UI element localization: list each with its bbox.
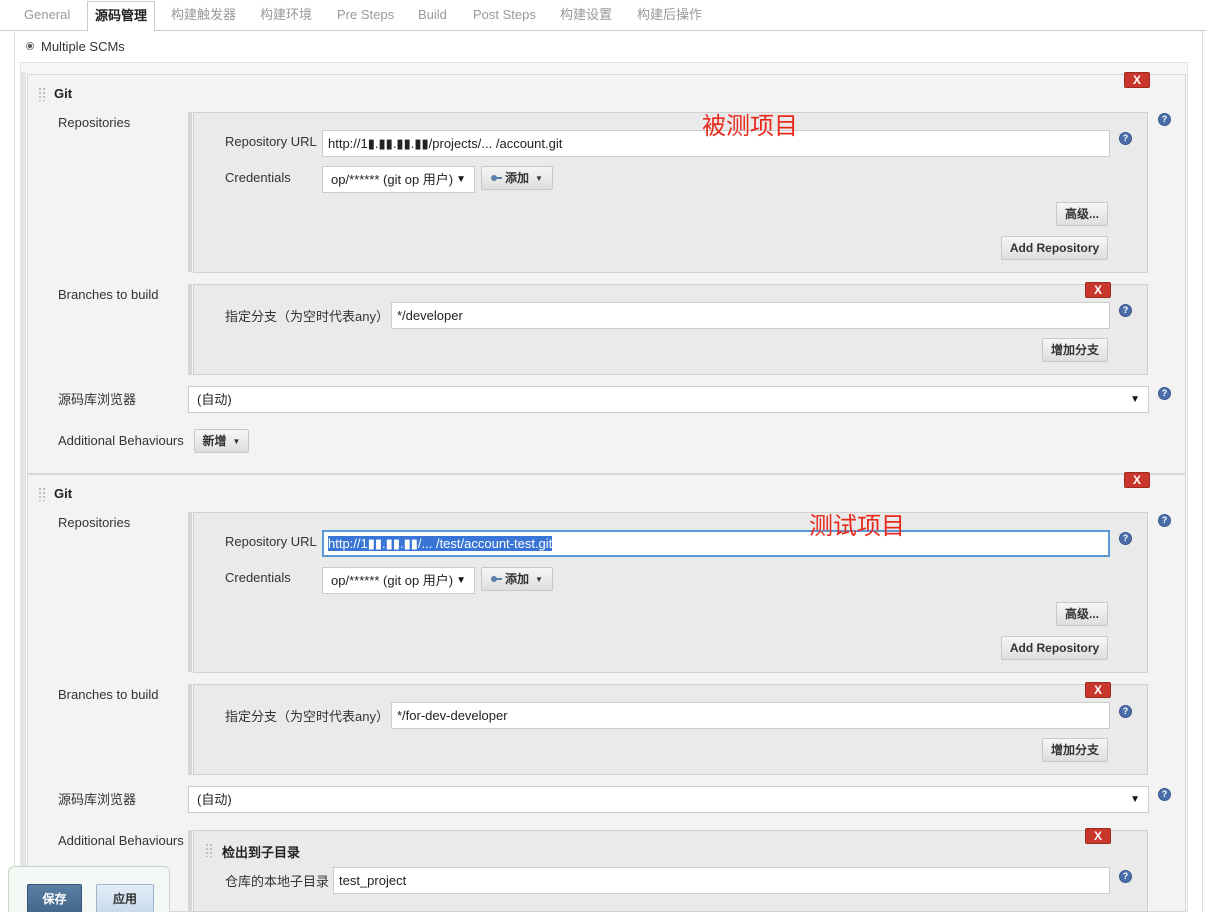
caret-down-icon: ▼ bbox=[535, 575, 543, 584]
additional-behaviours-label: Additional Behaviours bbox=[58, 433, 184, 448]
advanced-button[interactable]: 高级... bbox=[1056, 602, 1108, 626]
bottom-action-bar: 保存 应用 bbox=[8, 866, 170, 912]
local-subdirectory-label: 仓库的本地子目录 bbox=[225, 874, 330, 889]
add-label: 添加 bbox=[505, 572, 530, 586]
branch-specifier-label: 指定分支（为空时代表any） bbox=[225, 309, 389, 324]
drag-handle-icon[interactable] bbox=[38, 87, 46, 101]
credentials-value: op/****** (git op 用户) bbox=[331, 172, 454, 187]
add-behaviour-label: 新增 bbox=[202, 434, 227, 448]
tab-build[interactable]: Build bbox=[418, 0, 447, 31]
delete-behaviour-button[interactable]: X bbox=[1085, 828, 1111, 844]
right-frame-line bbox=[1202, 31, 1203, 912]
delete-git-block-2-button[interactable]: X bbox=[1124, 472, 1150, 488]
apply-button[interactable]: 应用 bbox=[96, 884, 154, 912]
drag-handle-icon[interactable] bbox=[38, 487, 46, 501]
help-icon[interactable]: ? bbox=[1158, 387, 1171, 400]
repository-browser-value: (自动) bbox=[197, 392, 232, 407]
left-frame-line bbox=[14, 31, 15, 912]
delete-branch-button[interactable]: X bbox=[1085, 282, 1111, 298]
tab-pre-steps[interactable]: Pre Steps bbox=[337, 0, 394, 31]
add-credentials-button[interactable]: 添加 ▼ bbox=[481, 567, 553, 591]
help-icon[interactable]: ? bbox=[1158, 514, 1171, 527]
dropdown-arrow-icon: ▼ bbox=[456, 575, 466, 586]
add-repository-button[interactable]: Add Repository bbox=[1001, 636, 1108, 660]
tab-post-steps[interactable]: Post Steps bbox=[473, 0, 536, 31]
tab-source-code-management[interactable]: 源码管理 bbox=[87, 1, 156, 32]
delete-git-block-1-button[interactable]: X bbox=[1124, 72, 1150, 88]
save-button[interactable]: 保存 bbox=[27, 884, 82, 912]
dropdown-arrow-icon: ▼ bbox=[1130, 794, 1140, 805]
caret-down-icon: ▼ bbox=[232, 437, 241, 446]
credentials-select[interactable]: op/****** (git op 用户) ▼ bbox=[322, 567, 475, 594]
tab-post-build-actions[interactable]: 构建后操作 bbox=[637, 0, 702, 31]
key-icon bbox=[491, 576, 503, 582]
tab-build-triggers[interactable]: 构建触发器 bbox=[171, 0, 236, 31]
drag-handle-icon[interactable] bbox=[205, 843, 213, 857]
multiple-scms-label: Multiple SCMs bbox=[41, 39, 125, 54]
branch-list-bar bbox=[188, 684, 192, 775]
tab-bar: General 源码管理 构建触发器 构建环境 Pre Steps Build … bbox=[0, 0, 1206, 32]
branch-specifier-label: 指定分支（为空时代表any） bbox=[225, 709, 389, 724]
help-icon[interactable]: ? bbox=[1119, 870, 1132, 883]
additional-behaviours-label: Additional Behaviours bbox=[58, 833, 184, 848]
tab-general[interactable]: General bbox=[24, 0, 70, 31]
help-icon[interactable]: ? bbox=[1119, 705, 1132, 718]
repo-list-bar bbox=[188, 512, 192, 672]
annotation-test-project: 测试项目 bbox=[809, 512, 905, 540]
repository-browser-label: 源码库浏览器 bbox=[58, 392, 137, 407]
git-block-2-title: Git bbox=[54, 486, 73, 501]
caret-down-icon: ▼ bbox=[535, 174, 543, 183]
credentials-label: Credentials bbox=[225, 570, 291, 585]
branches-to-build-label: Branches to build bbox=[58, 687, 159, 702]
tab-build-environment[interactable]: 构建环境 bbox=[260, 0, 312, 31]
delete-branch-button[interactable]: X bbox=[1085, 682, 1111, 698]
add-repository-button[interactable]: Add Repository bbox=[1001, 236, 1108, 260]
repositories-label: Repositories bbox=[58, 115, 131, 130]
repository-url-input[interactable]: http://1▮▮.▮▮.▮▮/... /test/account-test.… bbox=[322, 530, 1110, 557]
help-icon[interactable]: ? bbox=[1119, 532, 1132, 545]
branch-specifier-input[interactable]: */developer bbox=[391, 302, 1110, 329]
help-icon[interactable]: ? bbox=[1158, 113, 1171, 126]
repository-browser-label: 源码库浏览器 bbox=[58, 792, 137, 807]
repository-browser-value: (自动) bbox=[197, 792, 232, 807]
add-behaviour-button[interactable]: 新增 ▼ bbox=[194, 429, 249, 453]
repositories-label: Repositories bbox=[58, 515, 131, 530]
local-subdirectory-input[interactable]: test_project bbox=[333, 867, 1110, 894]
branch-1-panel bbox=[193, 284, 1148, 375]
branch-list-bar bbox=[188, 284, 192, 375]
branch-specifier-input[interactable]: */for-dev-developer bbox=[391, 702, 1110, 729]
key-icon bbox=[491, 175, 503, 181]
dropdown-arrow-icon: ▼ bbox=[456, 174, 466, 185]
selected-url-text: http://1▮▮.▮▮.▮▮/... /test/account-test.… bbox=[328, 536, 553, 551]
help-icon[interactable]: ? bbox=[1119, 304, 1132, 317]
behaviour-list-bar bbox=[188, 830, 192, 912]
branch-2-panel bbox=[193, 684, 1148, 775]
help-icon[interactable]: ? bbox=[1119, 132, 1132, 145]
multiple-scms-radio[interactable] bbox=[26, 42, 34, 50]
repo-list-bar bbox=[188, 112, 192, 272]
credentials-label: Credentials bbox=[225, 170, 291, 185]
tab-build-settings[interactable]: 构建设置 bbox=[560, 0, 612, 31]
credentials-select[interactable]: op/****** (git op 用户) ▼ bbox=[322, 166, 475, 193]
scm-list-left-bar bbox=[20, 72, 26, 912]
add-branch-button[interactable]: 增加分支 bbox=[1042, 738, 1108, 762]
repository-browser-select[interactable]: (自动) ▼ bbox=[188, 386, 1149, 413]
credentials-value: op/****** (git op 用户) bbox=[331, 573, 454, 588]
behaviour-title: 检出到子目录 bbox=[222, 845, 301, 860]
add-credentials-button[interactable]: 添加 ▼ bbox=[481, 166, 553, 190]
dropdown-arrow-icon: ▼ bbox=[1130, 394, 1140, 405]
add-branch-button[interactable]: 增加分支 bbox=[1042, 338, 1108, 362]
branches-to-build-label: Branches to build bbox=[58, 287, 159, 302]
advanced-button[interactable]: 高级... bbox=[1056, 202, 1108, 226]
help-icon[interactable]: ? bbox=[1158, 788, 1171, 801]
repository-url-label: Repository URL bbox=[225, 534, 317, 549]
git-block-1-title: Git bbox=[54, 86, 73, 101]
add-label: 添加 bbox=[505, 171, 530, 185]
annotation-tested-project: 被测项目 bbox=[702, 112, 798, 140]
repository-url-label: Repository URL bbox=[225, 134, 317, 149]
repository-browser-select[interactable]: (自动) ▼ bbox=[188, 786, 1149, 813]
